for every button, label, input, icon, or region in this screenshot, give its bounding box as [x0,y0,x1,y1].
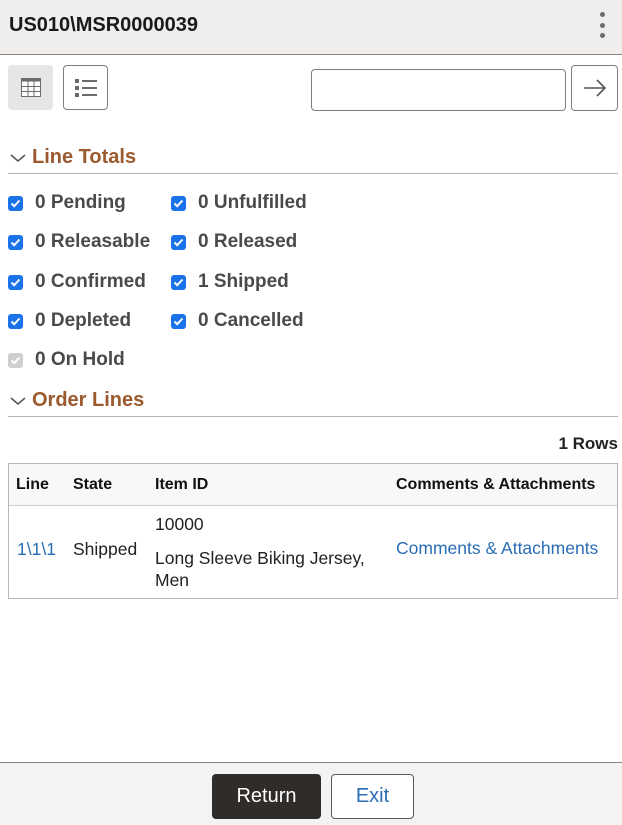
checkmark-icon [173,317,184,326]
line-total-label: 0 On Hold [35,349,125,370]
checkbox[interactable] [8,313,23,329]
line-total-item: 0 Depleted [8,310,131,332]
column-header-line[interactable]: Line [16,476,49,494]
line-total-label: 0 Unfulfilled [198,192,307,213]
line-total-item: 0 On Hold [8,349,125,371]
checkmark-icon [173,238,184,247]
line-total-item: 0 Unfulfilled [171,192,307,214]
line-total-item: 0 Cancelled [171,310,304,332]
checkbox[interactable] [171,234,186,250]
column-header-item-id[interactable]: Item ID [155,476,208,494]
line-total-label: 0 Depleted [35,310,132,331]
page-header: US010\MSR0000039 [0,0,622,55]
line-link[interactable]: 1\1\1 [17,539,56,560]
line-total-label: 0 Releasable [35,231,151,252]
search-input[interactable] [311,69,566,111]
checkmark-icon [10,317,21,326]
item-id-cell: 10000 [155,514,204,534]
footer-bar: Return Exit [0,762,622,825]
table-header: Line State Item ID Comments & Attachment… [9,464,617,506]
checkbox[interactable] [171,195,186,211]
checkbox[interactable] [8,274,23,290]
comments-attachments-link[interactable]: Comments & Attachments [396,538,598,559]
checkmark-icon [173,199,184,208]
checkmark-icon [10,278,21,287]
checkbox[interactable] [8,195,23,211]
line-total-item: 0 Releasable [8,231,150,253]
arrow-right-icon [583,79,606,97]
chevron-down-icon [10,154,26,162]
page-title: US010\MSR0000039 [9,14,199,36]
line-total-item: 0 Confirmed [8,271,146,293]
order-lines-title: Order Lines [32,389,145,411]
order-lines-header[interactable]: Order Lines [8,387,618,417]
rows-count: 1 Rows [558,434,618,453]
line-total-label: 0 Cancelled [198,310,304,331]
chevron-down-icon [10,397,26,405]
order-lines-table: Line State Item ID Comments & Attachment… [8,463,618,599]
checkbox[interactable] [171,313,186,329]
line-total-label: 1 Shipped [198,271,289,292]
line-total-item: 0 Released [171,231,297,253]
line-total-label: 0 Confirmed [35,271,146,292]
list-icon [74,78,97,97]
column-header-state[interactable]: State [73,476,112,494]
kebab-menu-icon[interactable] [596,12,608,38]
line-total-label: 0 Pending [35,192,126,213]
return-button[interactable]: Return [212,774,321,819]
line-totals-header[interactable]: Line Totals [8,144,618,174]
grid-icon [20,78,41,97]
item-description-cell: Long Sleeve Biking Jersey, Men [155,548,365,590]
checkbox [8,352,23,368]
column-header-comments[interactable]: Comments & Attachments [396,476,595,494]
checkmark-icon [10,238,21,247]
line-total-item: 1 Shipped [171,271,289,293]
exit-button[interactable]: Exit [331,774,414,819]
checkbox[interactable] [8,234,23,250]
checkmark-icon [173,278,184,287]
list-view-button[interactable] [63,65,108,110]
go-button[interactable] [571,65,618,111]
state-cell: Shipped [73,539,138,559]
checkmark-icon [10,199,21,208]
line-totals-title: Line Totals [32,146,137,168]
checkbox[interactable] [171,274,186,290]
line-total-label: 0 Released [198,231,298,252]
grid-view-button[interactable] [8,65,53,110]
checkmark-icon [10,356,21,365]
line-total-item: 0 Pending [8,192,126,214]
